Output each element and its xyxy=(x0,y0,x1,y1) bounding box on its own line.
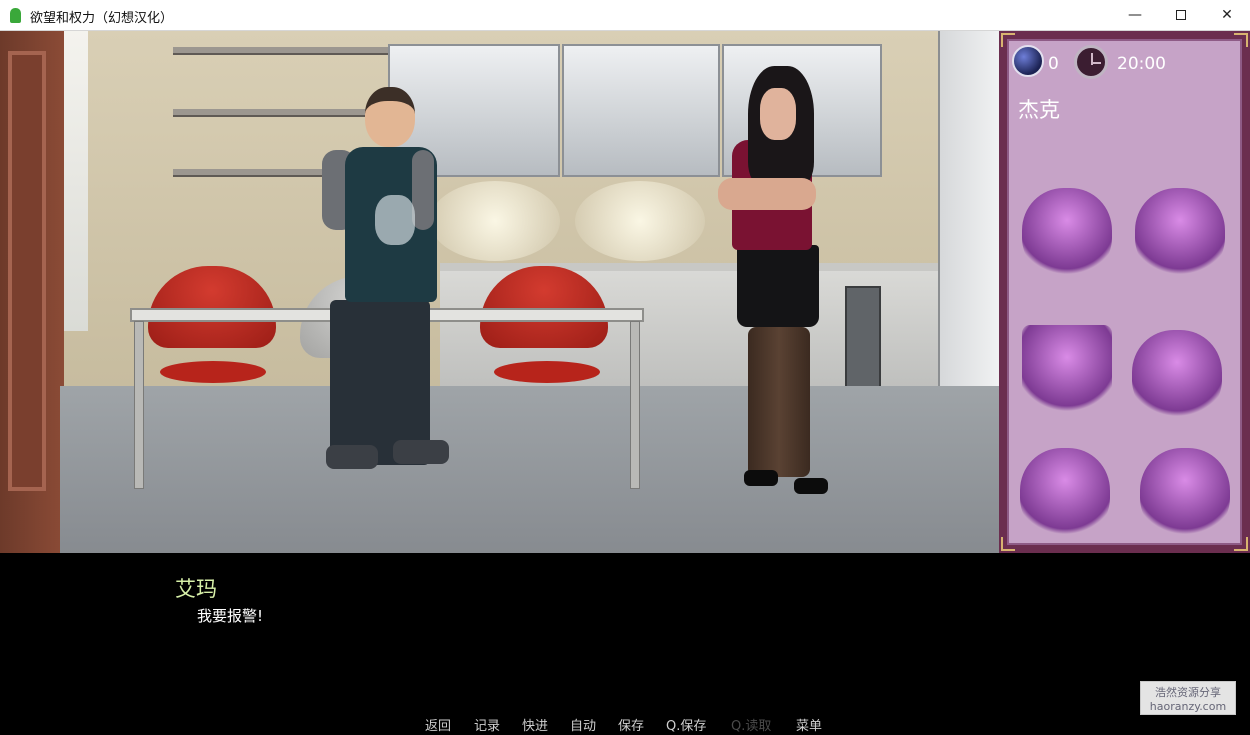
active-character-name: 杰克 xyxy=(1018,98,1060,122)
close-button[interactable]: ✕ xyxy=(1204,0,1250,31)
character-head xyxy=(365,87,415,147)
table-leg xyxy=(134,321,144,489)
shirt-print xyxy=(375,195,415,245)
shelf xyxy=(173,109,388,117)
chair-seat xyxy=(160,361,266,383)
clock-icon xyxy=(1074,45,1108,79)
time-display: 20:00 xyxy=(1117,54,1166,74)
character-portrait-slot[interactable] xyxy=(1140,448,1230,540)
maximize-button[interactable] xyxy=(1158,0,1204,31)
floor xyxy=(60,386,1000,553)
panel-corner xyxy=(1234,33,1248,47)
table-leg xyxy=(630,321,640,489)
door-frame xyxy=(8,51,46,491)
character-arms xyxy=(718,178,816,210)
light-glow xyxy=(575,181,705,261)
window-titlebar: 欲望和权力（幻想汉化） — ✕ xyxy=(0,0,1250,31)
character-shoe xyxy=(794,478,828,494)
dialogue-text: 我要报警! xyxy=(197,607,264,625)
light-glow xyxy=(430,181,560,261)
watermark: 浩然资源分享 haoranzy.com xyxy=(1140,681,1236,715)
character-portrait-slot[interactable] xyxy=(1022,325,1112,417)
character-shoe xyxy=(326,445,378,469)
panel-corner xyxy=(1001,537,1015,551)
character-portrait-slot[interactable] xyxy=(1135,188,1225,280)
maximize-icon xyxy=(1176,10,1186,20)
window-title: 欲望和权力（幻想汉化） xyxy=(30,11,174,26)
save-button[interactable]: 保存 xyxy=(618,715,644,734)
app-icon xyxy=(10,8,21,23)
quick-save-button[interactable]: Q.保存 xyxy=(666,715,706,734)
minimize-button[interactable]: — xyxy=(1112,0,1158,31)
quick-load-button[interactable]: Q.读取 xyxy=(731,715,771,734)
speaker-name: 艾玛 xyxy=(175,577,217,601)
watermark-line: haoranzy.com xyxy=(1149,700,1227,713)
character-portrait-slot[interactable] xyxy=(1020,448,1110,540)
menu-button[interactable]: 菜单 xyxy=(796,715,822,734)
character-shoe xyxy=(393,440,449,464)
clock-hand xyxy=(1091,62,1101,64)
character-portrait-slot[interactable] xyxy=(1132,330,1222,422)
window xyxy=(64,31,88,331)
panel-corner xyxy=(1001,33,1015,47)
back-button[interactable]: 返回 xyxy=(425,715,451,734)
panel-corner xyxy=(1234,537,1248,551)
wall-cabinet xyxy=(562,44,720,177)
character-portrait-slot[interactable] xyxy=(1022,188,1112,280)
kitchen-scene[interactable] xyxy=(0,31,1000,553)
history-button[interactable]: 记录 xyxy=(474,715,500,734)
skip-button[interactable]: 快进 xyxy=(522,715,548,734)
shelf xyxy=(173,47,388,55)
character-sleeve xyxy=(412,150,434,230)
yin-yang-moon-icon xyxy=(1012,45,1044,77)
character-face xyxy=(760,88,796,140)
character-shoe xyxy=(744,470,778,486)
points-counter: 0 xyxy=(1048,54,1059,74)
character-skirt xyxy=(737,245,819,327)
auto-button[interactable]: 自动 xyxy=(570,715,596,734)
chair-seat xyxy=(494,361,600,383)
quick-menu: 返回 记录 快进 自动 保存 Q.保存 Q.读取 菜单 xyxy=(0,715,1250,735)
watermark-line: 浩然资源分享 xyxy=(1155,686,1221,699)
character-legs xyxy=(748,327,810,477)
